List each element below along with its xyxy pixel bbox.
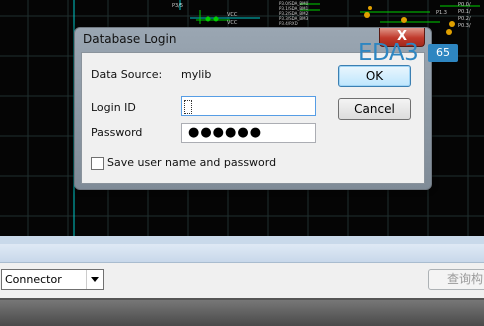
ok-button[interactable]: OK	[338, 65, 411, 87]
schematic-label-p35: P3/5	[172, 3, 184, 9]
watermark-logo: EDA3	[358, 40, 419, 66]
component-type-select[interactable]: Connector	[1, 269, 104, 290]
password-value: ●●●●●●	[188, 125, 263, 140]
watermark-logo-suffix: 65	[428, 44, 458, 62]
schematic-label-vcc-1: VCC	[227, 12, 238, 18]
schematic-label-vcc-2: VCC	[227, 20, 238, 26]
chevron-down-icon[interactable]	[86, 270, 103, 289]
schematic-label-p13: P1.3	[436, 10, 447, 16]
component-type-value: Connector	[5, 273, 62, 286]
login-id-label: Login ID	[91, 101, 136, 114]
schematic-label-p01: P0.1/	[458, 9, 471, 15]
login-id-input[interactable]	[181, 96, 316, 116]
data-source-value: mylib	[181, 68, 212, 81]
dialog-title: Database Login	[83, 32, 177, 46]
panel-divider	[0, 236, 484, 244]
save-credentials-checkbox[interactable]	[91, 157, 104, 170]
save-credentials-label[interactable]: Save user name and password	[107, 156, 276, 169]
text-caret	[184, 100, 192, 114]
schematic-label-p00: P0.0/	[458, 2, 471, 8]
panel-header	[0, 244, 484, 263]
query-button[interactable]: 查询构	[428, 269, 484, 290]
schematic-label-p02: P0.2/	[458, 16, 471, 22]
data-source-label: Data Source:	[91, 68, 163, 81]
schematic-label-pin-5: P3.4/RXD	[279, 21, 298, 26]
password-input[interactable]: ●●●●●●	[181, 123, 316, 143]
status-bar-fill	[0, 300, 484, 326]
password-label: Password	[91, 126, 143, 139]
schematic-label-p03: P0.3/	[458, 23, 471, 29]
cancel-button[interactable]: Cancel	[338, 98, 411, 120]
dialog-body: Data Source: mylib Login ID Password ●●●…	[81, 52, 425, 184]
